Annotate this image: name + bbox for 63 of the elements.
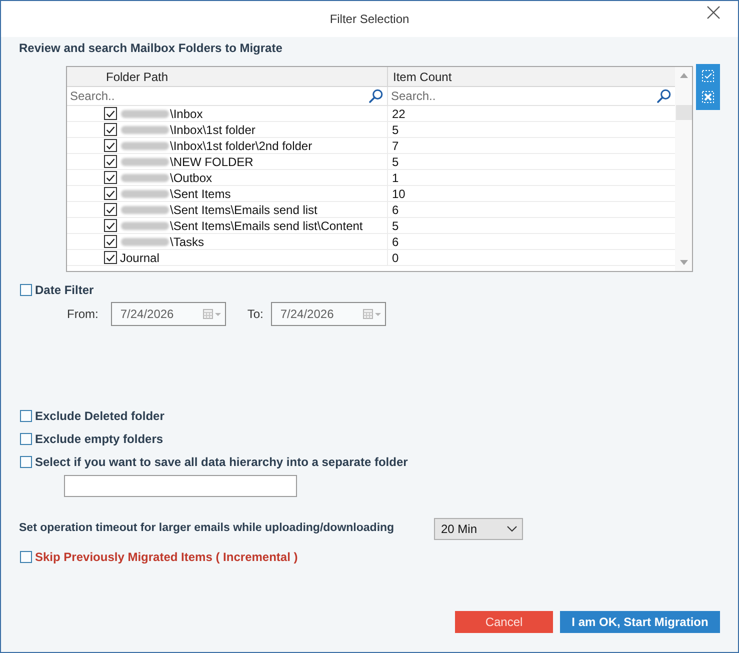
scroll-up-icon[interactable]: [680, 73, 688, 78]
uncheck-all-button[interactable]: [702, 91, 714, 103]
folder-path: Journal: [120, 250, 160, 264]
start-migration-button[interactable]: I am OK, Start Migration: [560, 611, 720, 633]
checkbox[interactable]: [104, 187, 117, 200]
close-button[interactable]: [707, 6, 720, 19]
checkbox[interactable]: [104, 171, 117, 184]
item-count: 10: [392, 186, 406, 200]
folder-path: \Sent Items\Emails send list: [170, 202, 318, 216]
checkbox[interactable]: [104, 235, 117, 248]
item-count: 6: [392, 234, 399, 248]
section-heading: Review and search Mailbox Folders to Migrate: [19, 40, 284, 56]
checkbox[interactable]: [104, 123, 117, 136]
scroll-down-icon[interactable]: [680, 260, 688, 265]
checkbox[interactable]: [104, 139, 117, 152]
checkbox-label: Exclude Deleted folder: [35, 408, 164, 425]
checkbox-label: Select if you want to save all data hierarchy into a separate folder: [35, 454, 408, 471]
folder-name-field[interactable]: [64, 475, 297, 497]
checkbox[interactable]: [20, 456, 32, 468]
timeout-dropdown[interactable]: 20 Min: [434, 518, 523, 540]
window-title: Filter Selection: [330, 11, 410, 28]
timeout-label: Set operation timeout for larger emails while uploading/downloading: [19, 521, 394, 536]
checkbox[interactable]: [20, 284, 32, 296]
checkbox[interactable]: [104, 219, 117, 232]
date-label: To:: [247, 306, 264, 323]
column-header[interactable]: Folder Path: [106, 68, 168, 86]
dashed-cross-icon: [702, 91, 714, 103]
item-count: 5: [392, 218, 399, 232]
folder-path: \Outbox: [170, 170, 212, 184]
item-count: 22: [392, 106, 406, 120]
chevron-down-icon: [507, 526, 517, 532]
column-header[interactable]: Item Count: [393, 68, 452, 86]
checkbox-label: Skip Previously Migrated Items ( Incremental ): [35, 549, 298, 566]
item-count: 1: [392, 170, 399, 184]
folder-path: \Sent Items\Emails send list\Content: [170, 218, 363, 232]
checkbox-label: Date Filter: [35, 282, 94, 299]
search-icon[interactable]: [657, 89, 671, 103]
folder-path: \Tasks: [170, 234, 204, 248]
item-count: 6: [392, 202, 399, 216]
folder-path: \Inbox: [170, 106, 203, 120]
check-all-button[interactable]: [702, 70, 714, 82]
item-count: 0: [392, 250, 399, 264]
dashed-check-icon: [702, 70, 714, 82]
folder-path: \NEW FOLDER: [170, 154, 254, 168]
checkbox[interactable]: [104, 251, 117, 264]
item-count: 5: [392, 122, 399, 136]
folder-path: \Inbox\1st folder\2nd folder: [170, 138, 312, 152]
close-icon: [707, 6, 720, 19]
item-count: 7: [392, 138, 399, 152]
folder-path: \Sent Items: [170, 186, 231, 200]
item-count: 5: [392, 154, 399, 168]
folder-path: \Inbox\1st folder: [170, 122, 256, 136]
checkbox[interactable]: [20, 433, 32, 445]
checkbox[interactable]: [20, 551, 32, 563]
checkbox[interactable]: [20, 410, 32, 422]
scrollbar-thumb[interactable]: [676, 105, 692, 120]
checkbox[interactable]: [104, 107, 117, 120]
checkbox-label: Exclude empty folders: [35, 431, 164, 448]
checkbox[interactable]: [104, 155, 117, 168]
checkbox[interactable]: [104, 203, 117, 216]
date-label: From:: [67, 306, 98, 323]
scrollbar[interactable]: [675, 67, 692, 271]
search-icon[interactable]: [369, 89, 383, 103]
